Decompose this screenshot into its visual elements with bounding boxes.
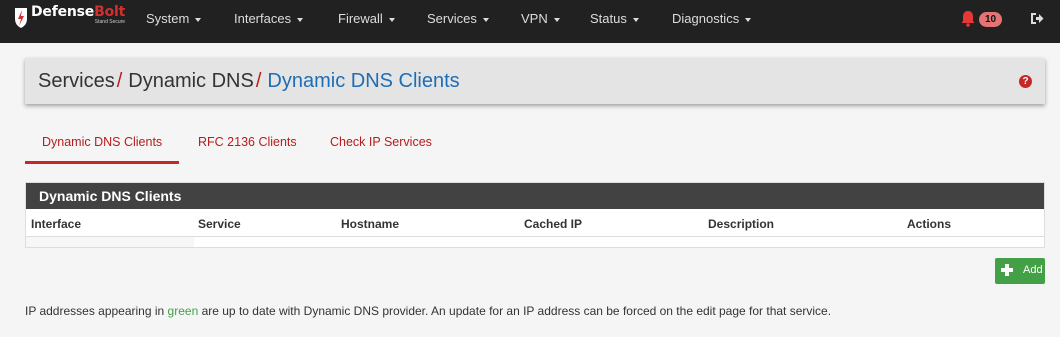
notification-count-badge[interactable]: 10 [979,12,1003,27]
brand-logo[interactable]: DefenseBolt Stand Secure [14,5,125,35]
add-button-label: Add [1023,264,1043,276]
nav-label: Diagnostics [672,11,740,26]
top-navbar: DefenseBolt Stand Secure System Interfac… [0,0,1060,43]
column-header-description: Description [708,217,775,231]
breadcrumb-separator: / [116,70,123,92]
breadcrumb: Services / Dynamic DNS / Dynamic DNS Clients [38,70,460,93]
caret-down-icon [388,17,395,22]
tab-check-ip-services[interactable]: Check IP Services [313,126,449,164]
tab-rfc2136-clients[interactable]: RFC 2136 Clients [181,126,314,164]
nav-status[interactable]: Status [590,0,639,43]
nav-label: Interfaces [234,11,292,26]
caret-down-icon [482,17,489,22]
column-header-interface: Interface [31,217,82,231]
nav-label: Services [427,11,477,26]
info-text: IP addresses appearing in green are up t… [25,304,831,318]
plus-icon [1001,264,1013,276]
shield-logo-icon [15,8,27,28]
nav-diagnostics[interactable]: Diagnostics [672,0,752,43]
nav-vpn[interactable]: VPN [521,0,560,43]
nav-label: Status [590,11,627,26]
breadcrumb-panel: Services / Dynamic DNS / Dynamic DNS Clients… [25,58,1045,104]
empty-table-row [26,237,194,247]
help-icon[interactable]: ? [1019,75,1032,88]
nav-label: Firewall [338,11,383,26]
bell-icon[interactable] [961,10,975,27]
nav-label: VPN [521,11,548,26]
caret-down-icon [745,17,752,22]
logout-icon[interactable] [1030,12,1044,25]
add-button[interactable]: Add [995,258,1045,284]
caret-down-icon [632,17,639,22]
brand-word-main: Defense [31,4,95,20]
column-header-hostname: Hostname [341,217,400,231]
breadcrumb-services[interactable]: Services [38,70,115,92]
caret-down-icon [553,17,560,22]
nav-services[interactable]: Services [427,0,489,43]
breadcrumb-dynamic-dns[interactable]: Dynamic DNS [128,70,254,92]
nav-firewall[interactable]: Firewall [338,0,395,43]
tab-dynamic-dns-clients[interactable]: Dynamic DNS Clients [25,126,180,164]
info-text-before: IP addresses appearing in [25,304,168,318]
clients-panel: Dynamic DNS Clients Interface Service Ho… [25,182,1045,248]
caret-down-icon [297,17,304,22]
nav-system[interactable]: System [146,0,202,43]
breadcrumb-current[interactable]: Dynamic DNS Clients [267,70,459,92]
column-header-service: Service [198,217,241,231]
brand-tagline: Stand Secure [94,19,126,25]
panel-title: Dynamic DNS Clients [26,183,1044,209]
breadcrumb-separator: / [255,70,262,92]
brand-word-accent: Bolt [94,4,126,20]
info-text-highlight: green [167,304,199,318]
info-text-after: are up to date with Dynamic DNS provider… [198,304,832,318]
column-header-actions: Actions [907,217,952,231]
nav-label: System [146,11,190,26]
caret-down-icon [195,17,202,22]
column-header-cached-ip: Cached IP [524,217,583,231]
nav-interfaces[interactable]: Interfaces [234,0,304,43]
